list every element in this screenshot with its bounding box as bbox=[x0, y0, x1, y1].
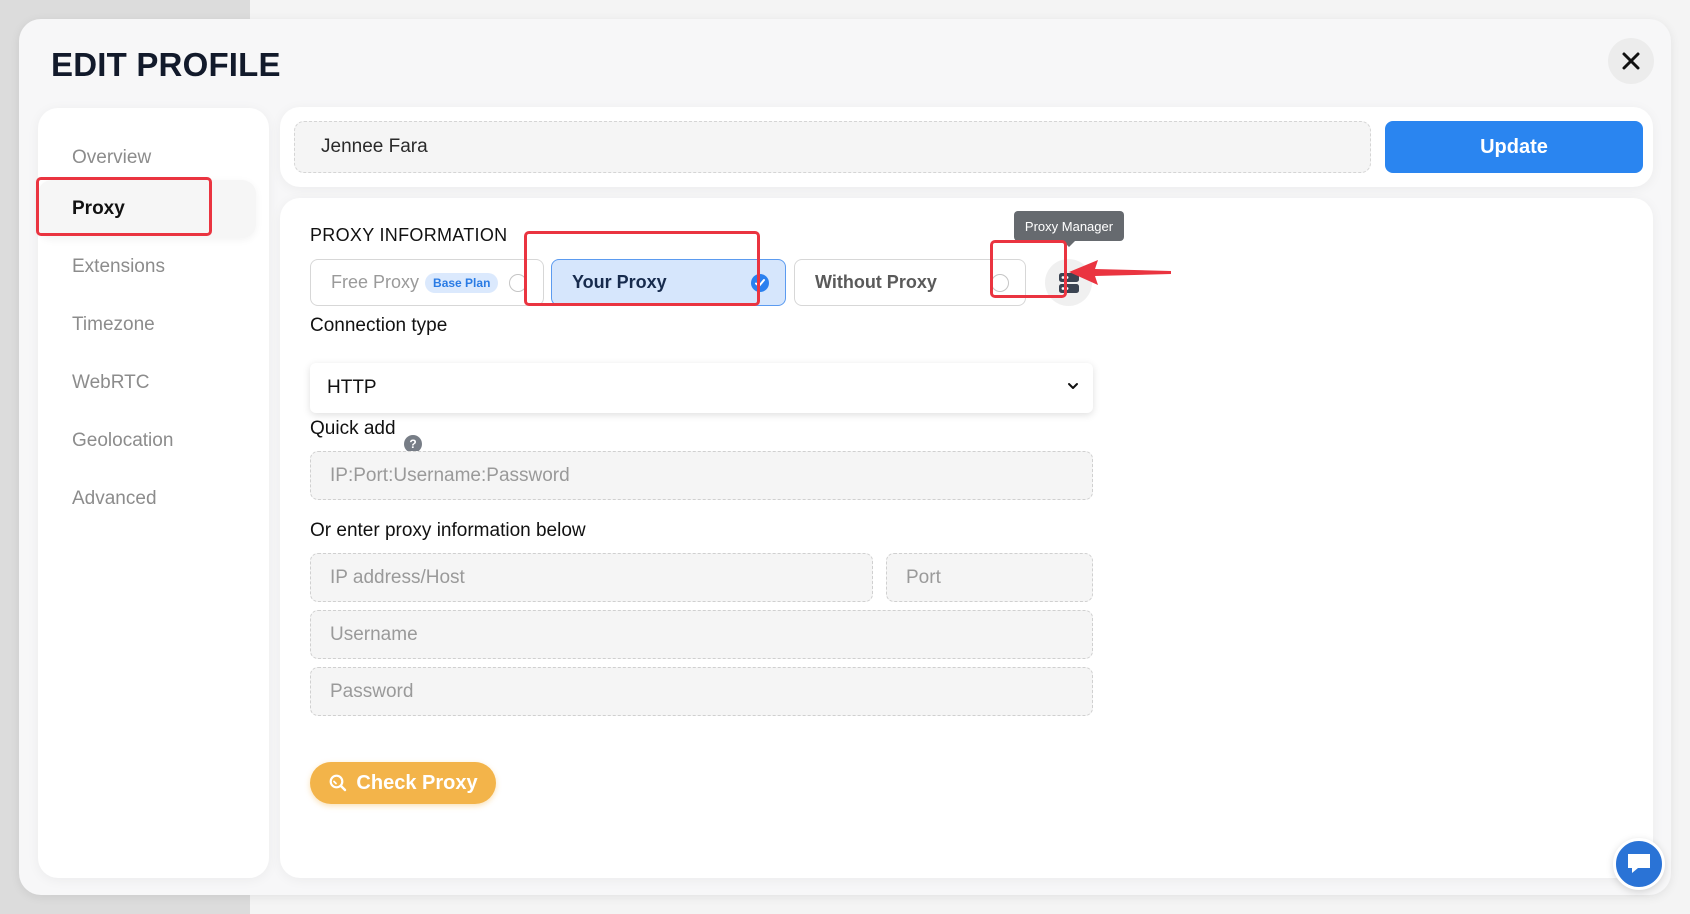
sidebar-item-timezone[interactable]: Timezone bbox=[38, 296, 256, 354]
connection-type-value: HTTP bbox=[327, 377, 377, 398]
close-icon bbox=[1622, 52, 1640, 70]
modal-title: EDIT PROFILE bbox=[51, 46, 281, 83]
password-input[interactable] bbox=[310, 667, 1093, 716]
proxy-option-free[interactable]: Free Proxy Base Plan bbox=[310, 259, 544, 306]
check-proxy-button[interactable]: Check Proxy bbox=[310, 762, 496, 804]
quick-add-input[interactable] bbox=[310, 451, 1093, 500]
manual-entry-label: Or enter proxy information below bbox=[310, 520, 586, 541]
close-button[interactable] bbox=[1608, 38, 1654, 84]
host-input[interactable] bbox=[310, 553, 873, 602]
check-proxy-label: Check Proxy bbox=[356, 771, 478, 794]
option-label: Without Proxy bbox=[815, 272, 937, 292]
chat-icon bbox=[1628, 854, 1650, 873]
proxy-option-yours[interactable]: Your Proxy bbox=[551, 259, 786, 306]
sidebar-item-advanced[interactable]: Advanced bbox=[38, 470, 256, 528]
radio-unselected bbox=[509, 274, 527, 292]
sidebar-item-label: Advanced bbox=[72, 488, 157, 509]
arrow-left-icon bbox=[1069, 260, 1171, 285]
radio-unselected bbox=[991, 274, 1009, 292]
sidebar-item-geolocation[interactable]: Geolocation bbox=[38, 412, 256, 470]
sidebar-item-label: Timezone bbox=[72, 314, 155, 335]
sidebar-item-label: Geolocation bbox=[72, 430, 174, 451]
section-title: PROXY INFORMATION bbox=[310, 225, 508, 245]
chevron-down-icon bbox=[1068, 383, 1078, 389]
proxy-option-without[interactable]: Without Proxy bbox=[794, 259, 1026, 306]
sidebar-item-label: Extensions bbox=[72, 256, 165, 277]
connection-type-label: Connection type bbox=[310, 315, 448, 336]
port-input[interactable] bbox=[886, 553, 1093, 602]
search-icon bbox=[330, 774, 347, 792]
sidebar-item-extensions[interactable]: Extensions bbox=[38, 238, 256, 296]
sidebar-item-label: Proxy bbox=[72, 198, 125, 219]
quick-add-label: Quick add bbox=[310, 418, 396, 439]
username-input[interactable] bbox=[310, 610, 1093, 659]
profile-name-input[interactable] bbox=[294, 121, 1371, 173]
sidebar-item-proxy[interactable]: Proxy bbox=[38, 180, 256, 238]
option-label: Free Proxy bbox=[331, 272, 420, 292]
connection-type-select[interactable]: HTTP bbox=[310, 363, 1093, 413]
sidebar-item-overview[interactable]: Overview bbox=[38, 129, 256, 187]
sidebar-item-label: Overview bbox=[72, 147, 152, 168]
proxy-manager-tooltip: Proxy Manager bbox=[1014, 211, 1124, 247]
chat-button[interactable] bbox=[1613, 838, 1665, 890]
plan-badge: Base Plan bbox=[425, 272, 499, 293]
option-label: Your Proxy bbox=[572, 272, 667, 292]
update-button[interactable]: Update bbox=[1385, 121, 1643, 173]
check-circle-icon bbox=[751, 274, 769, 292]
sidebar-item-webrtc[interactable]: WebRTC bbox=[38, 354, 256, 412]
sidebar-item-label: WebRTC bbox=[72, 372, 150, 393]
